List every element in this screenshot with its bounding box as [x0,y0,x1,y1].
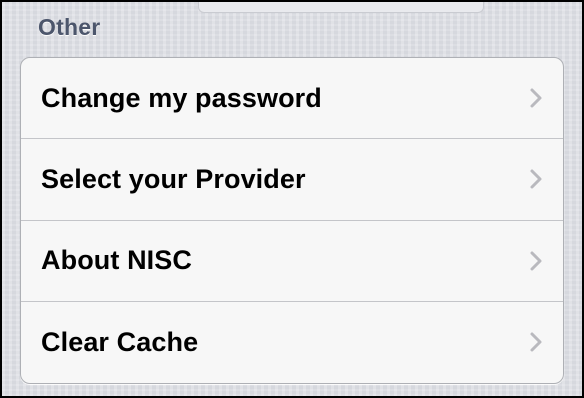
row-select-provider[interactable]: Select your Provider [21,139,563,221]
row-label: About NISC [41,245,192,276]
chevron-right-icon [530,88,542,108]
row-label: Select your Provider [41,163,306,194]
row-clear-cache[interactable]: Clear Cache [21,302,563,383]
settings-screen: Other Change my password Select your Pro… [0,0,584,398]
settings-group: Change my password Select your Provider … [20,57,564,384]
chevron-right-icon [530,332,542,352]
row-label: Change my password [41,82,322,113]
chevron-right-icon [530,169,542,189]
section-header-other: Other [38,14,101,40]
row-label: Clear Cache [41,326,199,357]
row-change-password[interactable]: Change my password [21,58,563,140]
row-about-nisc[interactable]: About NISC [21,221,563,302]
top-edge-tab [198,2,484,13]
chevron-right-icon [530,251,542,271]
